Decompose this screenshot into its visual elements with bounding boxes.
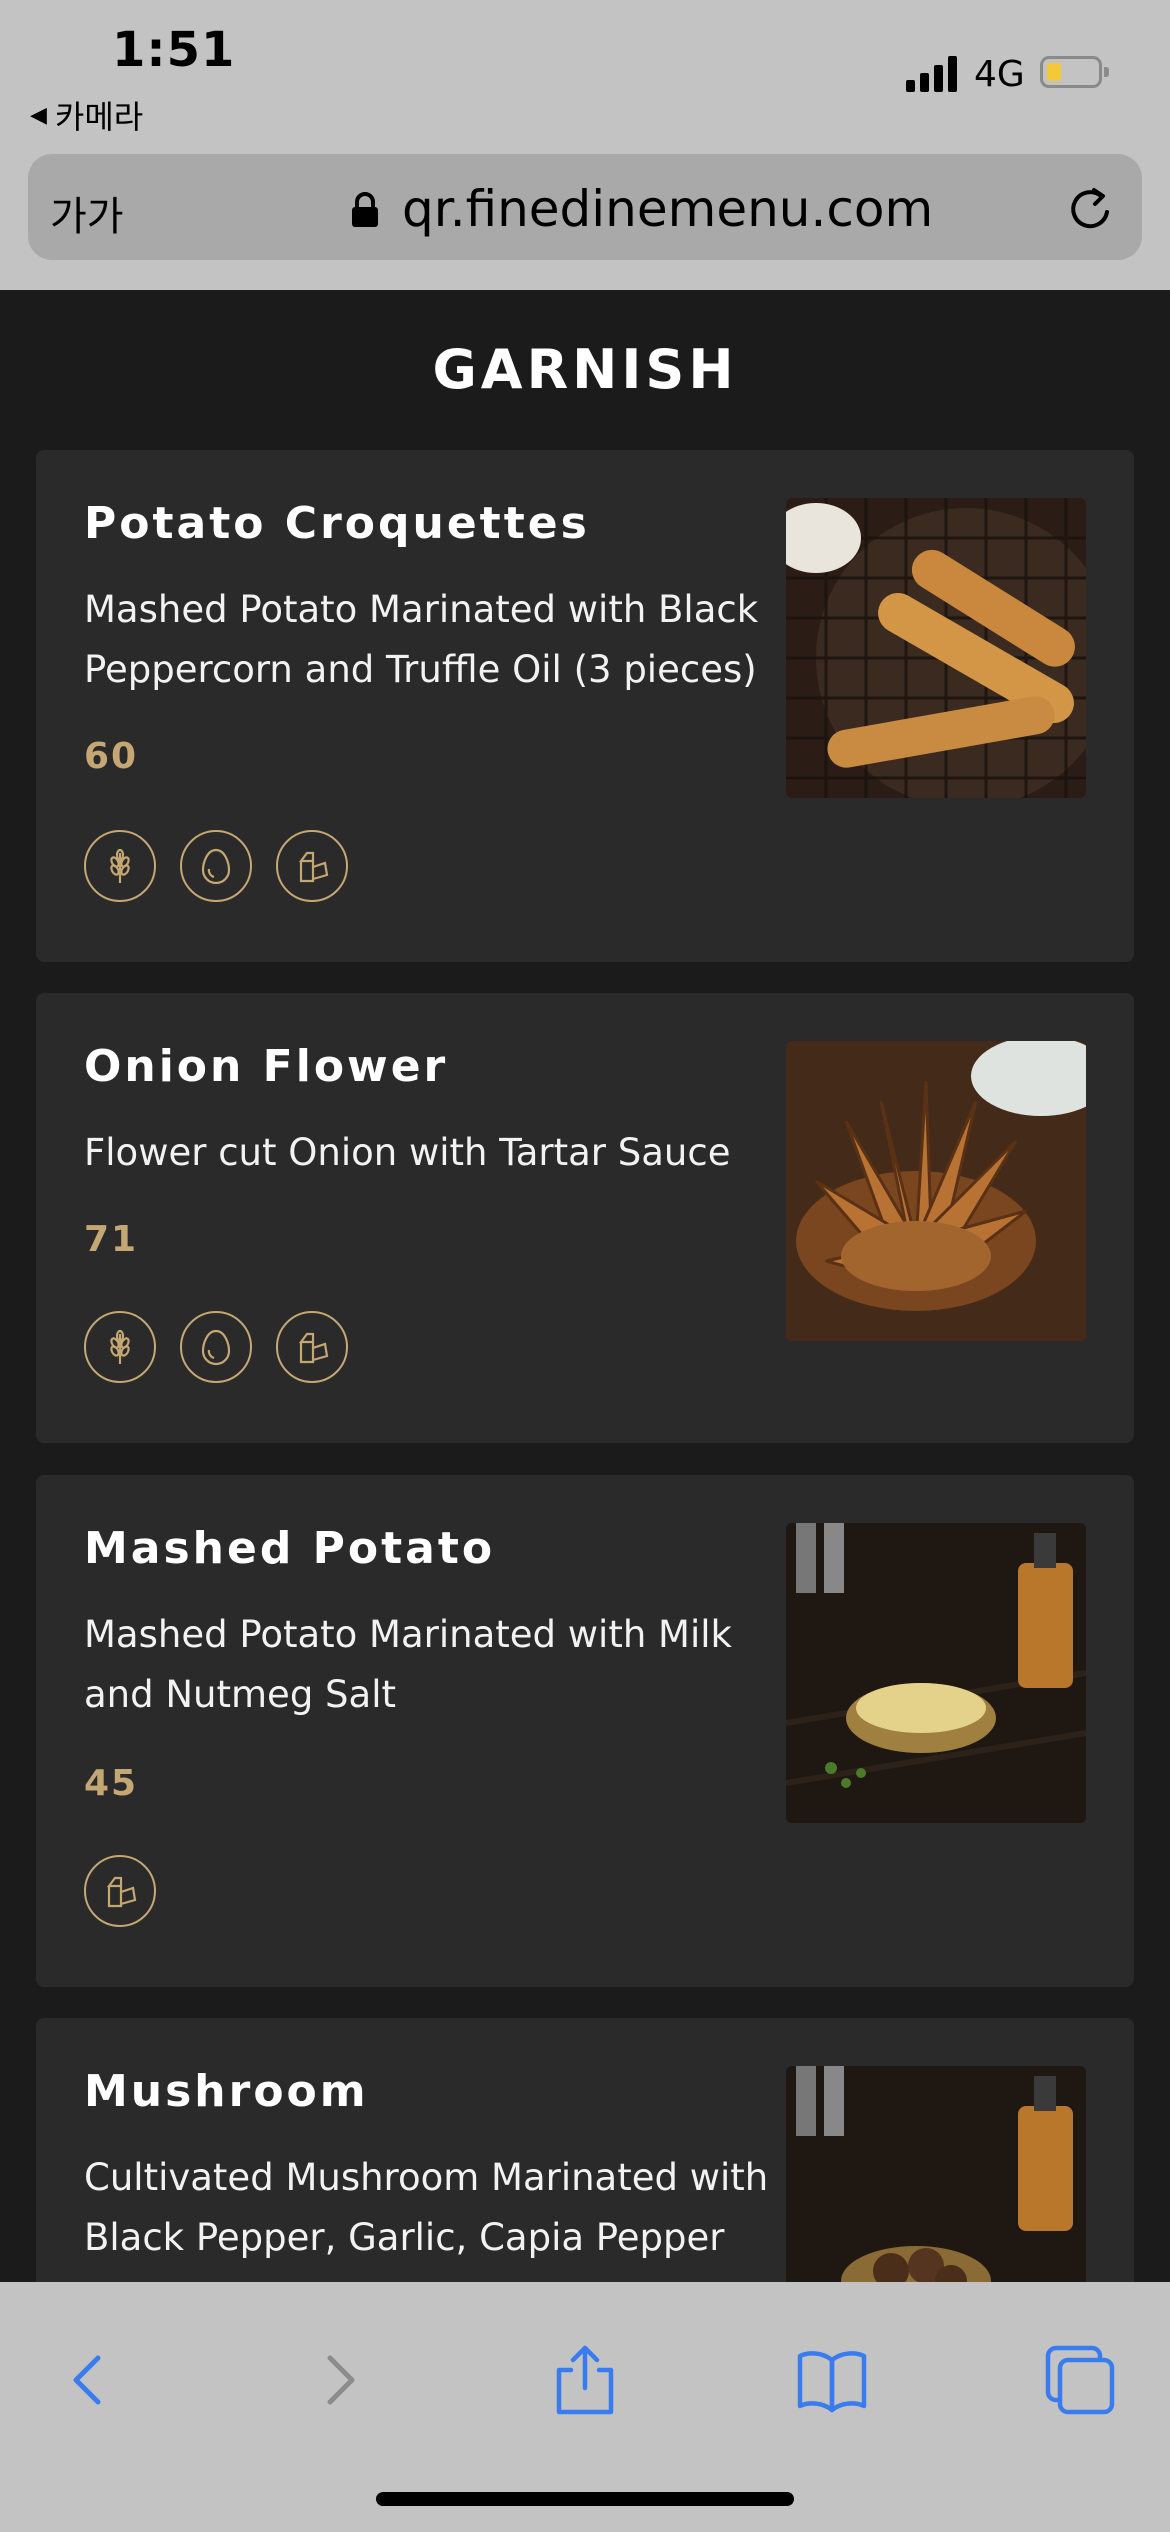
lock-icon [352,192,378,227]
allergen-list [84,1855,156,1927]
section-title: GARNISH [432,338,738,401]
menu-item-card[interactable]: Mashed Potato Mashed Potato Marinated wi… [36,1475,1134,1987]
item-name: Onion Flower [84,1041,449,1092]
milk-icon [84,1855,156,1927]
network-type: 4G [974,54,1025,95]
cellular-signal-icon [906,56,957,92]
item-price: 71 [84,1219,139,1260]
clock: 1:51 [112,22,236,78]
tabs-icon[interactable] [1040,2340,1120,2420]
back-triangle-icon: ◀ [30,102,47,128]
status-bar: 1:51 ◀ 카메라 4G [0,0,1170,150]
back-icon[interactable] [48,2340,128,2420]
battery-icon [1040,56,1109,88]
allergen-list [84,830,348,902]
reload-icon[interactable] [1064,182,1118,236]
item-price: 60 [84,736,139,777]
bookmarks-icon[interactable] [792,2340,872,2420]
item-description: Flower cut Onion with Tartar Sauce [84,1131,731,1174]
item-name: Potato Croquettes [84,498,590,549]
item-name: Mushroom [84,2066,369,2117]
share-icon[interactable] [545,2340,625,2420]
menu-item-card[interactable]: Potato Croquettes Mashed Potato Marinate… [36,450,1134,962]
milk-icon [276,1311,348,1383]
allergen-list [84,1311,348,1383]
back-app-label: 카메라 [54,98,144,136]
url-text[interactable]: qr.finedinemenu.com [402,180,933,238]
item-photo [786,498,1086,798]
milk-icon [276,830,348,902]
browser-address-area: 가가 qr.finedinemenu.com [0,150,1170,290]
egg-icon [180,830,252,902]
item-description: Cultivated Mushroom Marinated with Black… [84,2156,769,2259]
item-description: Mashed Potato Marinated with Milk and Nu… [84,1613,732,1716]
item-price: 45 [84,1763,139,1804]
home-indicator[interactable] [376,2492,794,2506]
gluten-icon [84,1311,156,1383]
browser-toolbar [0,2282,1170,2532]
item-photo [786,1041,1086,1341]
address-bar[interactable]: 가가 qr.finedinemenu.com [28,154,1142,260]
item-name: Mashed Potato [84,1523,496,1574]
item-description: Mashed Potato Marinated with Black Peppe… [84,588,759,691]
text-size-button[interactable]: 가가 [50,184,124,242]
forward-icon[interactable] [300,2340,380,2420]
egg-icon [180,1311,252,1383]
back-to-app-button[interactable]: ◀ 카메라 [30,92,143,138]
gluten-icon [84,830,156,902]
menu-item-card[interactable]: Onion Flower Flower cut Onion with Tarta… [36,993,1134,1443]
item-photo [786,1523,1086,1823]
